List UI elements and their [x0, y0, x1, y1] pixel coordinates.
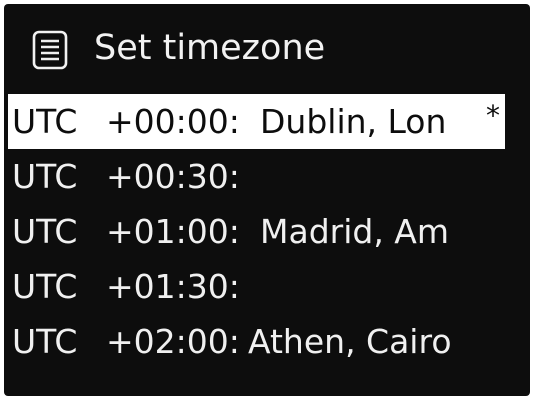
timezone-offset: +00:00:	[106, 102, 240, 141]
timezone-offset: +00:30:	[106, 157, 240, 196]
timezone-cities: Athen, Cairo	[248, 322, 452, 361]
header: Set timezone	[4, 4, 530, 86]
timezone-prefix: UTC	[12, 102, 78, 141]
timezone-offset: +02:00:	[106, 322, 240, 361]
current-selection-marker: *	[486, 99, 500, 132]
timezone-offset: +01:30:	[106, 267, 240, 306]
page-title: Set timezone	[94, 28, 326, 68]
timezone-cities: Dublin, Lon	[260, 102, 447, 141]
timezone-option-utc-0030[interactable]: UTC +00:30:	[4, 149, 530, 204]
timezone-option-utc-0000[interactable]: UTC +00:00: Dublin, Lon *	[8, 94, 505, 149]
menu-list-icon	[32, 30, 68, 70]
timezone-prefix: UTC	[12, 267, 78, 306]
timezone-prefix: UTC	[12, 157, 78, 196]
timezone-prefix: UTC	[12, 322, 78, 361]
timezone-option-utc-0200[interactable]: UTC +02:00: Athen, Cairo	[4, 314, 530, 369]
timezone-cities: Madrid, Am	[260, 212, 450, 251]
radio-display-screen: Set timezone UTC +00:00: Dublin, Lon * U…	[4, 4, 530, 396]
timezone-option-utc-0100[interactable]: UTC +01:00: Madrid, Am	[4, 204, 530, 259]
timezone-prefix: UTC	[12, 212, 78, 251]
timezone-offset: +01:00:	[106, 212, 240, 251]
timezone-list: UTC +00:00: Dublin, Lon * UTC +00:30: UT…	[4, 94, 530, 369]
timezone-option-utc-0130[interactable]: UTC +01:30:	[4, 259, 530, 314]
